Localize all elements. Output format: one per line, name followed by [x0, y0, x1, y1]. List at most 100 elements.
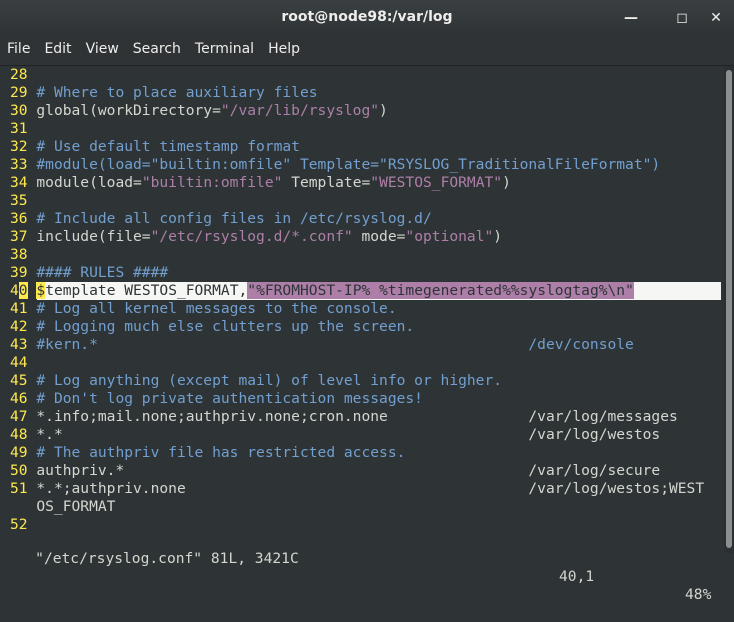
terminal-line: 41 # Log all kernel messages to the cons…	[10, 300, 397, 318]
line-text: mode=	[352, 228, 406, 245]
terminal-line: 48 *.* /var/log/westos	[10, 426, 660, 444]
terminal-line: 28	[10, 66, 36, 84]
line-text: include(file=	[36, 228, 151, 245]
terminal-line: 50 authpriv.* /var/log/secure	[10, 462, 660, 480]
line-comment: #### RULES ####	[36, 264, 169, 281]
status-line: "/etc/rsyslog.conf" 81L, 3421C 40,1 48%	[0, 532, 724, 603]
line-text: *.*;authpriv.none /var/log/westos;WEST	[36, 480, 705, 497]
close-icon[interactable]: ✕	[707, 9, 725, 27]
line-text: *.* /var/log/westos	[36, 426, 661, 443]
line-text: )	[493, 228, 503, 245]
line-comment: #kern.* /dev/console	[36, 336, 634, 353]
terminal-line: 45 # Log anything (except mail) of level…	[10, 372, 502, 390]
scrollbar-thumb[interactable]	[726, 70, 732, 548]
terminal-line: 51 *.*;authpriv.none /var/log/westos;WES…	[10, 480, 704, 498]
terminal-line: OS_FORMAT	[10, 498, 115, 516]
line-text: )	[502, 174, 511, 191]
line-string: "builtin:omfile"	[141, 174, 283, 191]
terminal-line: 29 # Where to place auxiliary files	[10, 84, 318, 102]
line-number: 50	[10, 462, 28, 479]
line-number: 47	[10, 408, 28, 425]
line-number: 38	[10, 246, 28, 263]
terminal-line: 46 # Don't log private authentication me…	[10, 390, 423, 408]
terminal-line: 36 # Include all config files in /etc/rs…	[10, 210, 432, 228]
terminal-line: 31	[10, 120, 36, 138]
line-number: 31	[10, 120, 28, 137]
line-number: 44	[10, 354, 28, 371]
line-text: authpriv.* /var/log/secure	[36, 462, 661, 479]
line-number: 45	[10, 372, 28, 389]
line-text: template WESTOS_FORMAT,	[45, 282, 248, 299]
line-comment: # The authpriv file has restricted acces…	[36, 444, 406, 461]
line-number: 36	[10, 210, 28, 227]
line-number: 4	[10, 282, 19, 299]
line-number: 52	[10, 516, 28, 533]
terminal-line: 34 module(load="builtin:omfile" Template…	[10, 174, 511, 192]
line-comment: # Use default timestamp format	[36, 138, 300, 155]
line-comment: # Logging much else clutters up the scre…	[36, 318, 415, 335]
terminal-line: 47 *.info;mail.none;authpriv.none;cron.n…	[10, 408, 678, 426]
status-percent: 48%	[685, 586, 712, 603]
terminal-line: 40 $template WESTOS_FORMAT,"%FROMHOST-IP…	[10, 282, 634, 300]
line-comment: # Where to place auxiliary files	[36, 84, 318, 101]
line-comment: # Don't log private authentication messa…	[36, 390, 423, 407]
terminal-text-area[interactable]: "/etc/rsyslog.conf" 81L, 3421C 40,1 48% …	[0, 66, 724, 603]
line-text: module(load=	[36, 174, 142, 191]
menu-bar: File Edit View Search Terminal Help	[0, 35, 734, 66]
terminal-line: 32 # Use default timestamp format	[10, 138, 300, 156]
line-number: 30	[10, 102, 28, 119]
line-number: 32	[10, 138, 28, 155]
menu-file[interactable]: File	[0, 41, 37, 57]
line-string: "/var/lib/rsyslog"	[220, 102, 380, 119]
terminal-line: 52	[10, 516, 36, 534]
line-number: 33	[10, 156, 28, 173]
status-position: 40,1	[559, 568, 595, 585]
minimize-icon[interactable]: —	[622, 9, 640, 27]
line-number: 51	[10, 480, 28, 497]
terminal-line: 49 # The authpriv file has restricted ac…	[10, 444, 405, 462]
line-comment: # Log all kernel messages to the console…	[36, 300, 397, 317]
terminal-line: 39 #### RULES ####	[10, 264, 168, 282]
terminal-line: 30 global(workDirectory="/var/lib/rsyslo…	[10, 102, 388, 120]
terminal-line: 37 include(file="/etc/rsyslog.d/*.conf" …	[10, 228, 502, 246]
terminal-line: 42 # Logging much else clutters up the s…	[10, 318, 414, 336]
line-text: )	[379, 102, 388, 119]
line-text: OS_FORMAT	[36, 498, 116, 515]
line-number: 49	[10, 444, 28, 461]
line-number: 42	[10, 318, 28, 335]
maximize-icon[interactable]: ◻	[673, 9, 691, 27]
menu-terminal[interactable]: Terminal	[188, 41, 261, 57]
line-number: 41	[10, 300, 28, 317]
menu-search[interactable]: Search	[126, 41, 188, 57]
scrollbar[interactable]	[724, 66, 734, 553]
terminal-line: 43 #kern.* /dev/console	[10, 336, 634, 354]
line-number: 39	[10, 264, 28, 281]
terminal-line: 44	[10, 354, 36, 372]
line-string: "WESTOS_FORMAT"	[370, 174, 503, 191]
line-comment: # Include all config files in /etc/rsysl…	[36, 210, 432, 227]
terminal-line: 38	[10, 246, 36, 264]
terminal-line: 35	[10, 192, 36, 210]
menu-help[interactable]: Help	[261, 41, 307, 57]
line-comment: #module(load="builtin:omfile" Template="…	[36, 156, 661, 173]
line-number: 46	[10, 390, 28, 407]
menu-edit[interactable]: Edit	[37, 41, 78, 57]
line-number: 29	[10, 84, 28, 101]
line-number: 43	[10, 336, 28, 353]
line-number-cursor: 0	[18, 282, 28, 299]
line-number: 35	[10, 192, 28, 209]
text-cursor: $	[36, 282, 46, 299]
line-text: *.info;mail.none;authpriv.none;cron.none…	[36, 408, 678, 425]
line-text: global(workDirectory=	[36, 102, 221, 119]
line-string: "optional"	[405, 228, 494, 245]
terminal-line: 33 #module(load="builtin:omfile" Templat…	[10, 156, 660, 174]
line-string: "%FROMHOST-IP% %timegenerated%%syslogtag…	[247, 282, 634, 299]
menu-view[interactable]: View	[79, 41, 126, 57]
title-bar: root@node98:/var/log — ◻ ✕	[0, 0, 734, 35]
line-text: Template=	[282, 174, 371, 191]
line-number: 37	[10, 228, 28, 245]
line-number: 48	[10, 426, 28, 443]
line-number: 28	[10, 66, 28, 83]
line-number: 34	[10, 174, 28, 191]
line-string: "/etc/rsyslog.d/*.conf"	[150, 228, 353, 245]
